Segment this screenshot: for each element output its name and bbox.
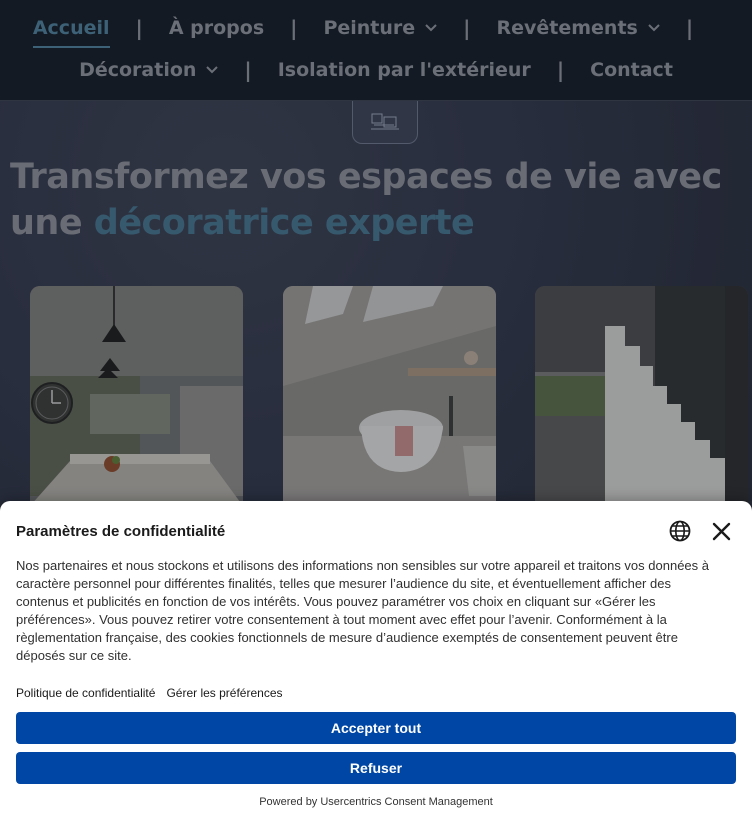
nav-row-1: Accueil | À propos | Peinture | Revêteme… (0, 16, 752, 48)
nav-separator: | (463, 16, 471, 40)
nav-item-a-propos[interactable]: À propos (169, 17, 264, 39)
consent-links: Politique de confidentialité Gérer les p… (16, 686, 283, 700)
powered-by-text: Powered by Usercentrics Consent Manageme… (259, 796, 493, 808)
page: Accueil | À propos | Peinture | Revêteme… (0, 0, 752, 824)
nav-separator: | (135, 16, 143, 40)
nav-separator: | (244, 58, 252, 82)
site-logo[interactable] (352, 101, 418, 144)
consent-dialog: Paramètres de confidentialité Nos parten… (0, 501, 752, 824)
kitchen-photo[interactable] (30, 286, 243, 506)
close-icon[interactable] (711, 521, 732, 542)
nav-row-2: Décoration | Isolation par l'extérieur |… (0, 58, 752, 82)
hero-headline: Transformez vos espaces de vie avec une … (10, 157, 722, 243)
main-navigation: Accueil | À propos | Peinture | Revêteme… (0, 0, 752, 101)
nav-item-revetements[interactable]: Revêtements (496, 17, 660, 39)
accept-all-button[interactable]: Accepter tout (16, 712, 736, 744)
bathroom-illustration (283, 286, 496, 506)
nav-item-accueil[interactable]: Accueil (32, 17, 110, 48)
chevron-down-icon (648, 24, 660, 32)
manage-preferences-link[interactable]: Gérer les préférences (166, 686, 282, 700)
nav-item-isolation[interactable]: Isolation par l'extérieur (278, 59, 531, 81)
nav-item-decoration[interactable]: Décoration (79, 59, 219, 81)
consent-description: Nos partenaires et nous stockons et util… (16, 558, 709, 663)
nav-separator: | (556, 58, 565, 82)
bathroom-photo[interactable] (283, 286, 496, 506)
nav-separator: | (290, 16, 298, 40)
chevron-down-icon (206, 66, 219, 74)
hero-headline-accent: décoratrice experte (93, 203, 475, 243)
consent-title: Paramètres de confidentialité (16, 523, 226, 540)
staircase-illustration (535, 286, 748, 506)
language-globe-icon[interactable] (669, 520, 691, 542)
refuse-button[interactable]: Refuser (16, 752, 736, 784)
kitchen-illustration (30, 286, 243, 506)
privacy-policy-link[interactable]: Politique de confidentialité (16, 686, 155, 700)
nav-item-peinture[interactable]: Peinture (323, 17, 437, 39)
logo-mark-icon (371, 113, 399, 130)
staircase-photo[interactable] (535, 286, 748, 506)
nav-separator: | (685, 16, 694, 40)
chevron-down-icon (425, 24, 437, 32)
nav-item-contact[interactable]: Contact (590, 59, 673, 81)
